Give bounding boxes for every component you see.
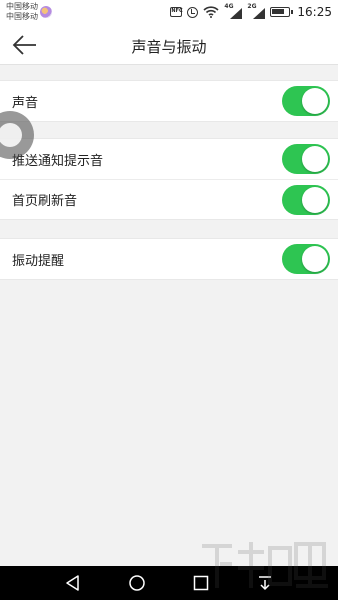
status-icons: NFC 4G 2G 16:25 (170, 3, 332, 20)
setting-row-sound: 声音 (0, 81, 338, 121)
toggle-knob (302, 186, 328, 213)
toggle-knob (302, 246, 328, 272)
app-bar: 声音与振动 (0, 25, 338, 65)
triangle-back-icon[interactable] (64, 574, 82, 592)
sound-toggle[interactable] (282, 86, 330, 116)
sim1-signal-icon: 4G (224, 3, 243, 19)
setting-label-vibration: 振动提醒 (12, 253, 65, 269)
vibration-toggle[interactable] (282, 244, 330, 274)
battery-icon (270, 7, 294, 17)
settings-section-vibration: 振动提醒 (0, 238, 338, 280)
setting-label-refresh-sound: 首页刷新音 (12, 194, 78, 209)
carrier-labels: 中国移动 中国移动 (6, 2, 38, 22)
circle-home-icon[interactable] (128, 574, 146, 592)
setting-row-vibration: 振动提醒 (0, 239, 338, 279)
refresh-sound-toggle[interactable] (282, 184, 330, 215)
wifi-icon (203, 6, 219, 18)
carrier-1-label: 中国移动 (6, 2, 38, 11)
setting-row-push-sound: 推送通知提示音 (0, 139, 338, 179)
setting-label-sound: 声音 (12, 95, 39, 111)
alarm-icon (187, 6, 199, 18)
status-bar: 中国移动 中国移动 NFC 4G 2G 16:25 (0, 0, 338, 25)
sim2-signal-icon: 2G (247, 3, 266, 19)
watermark-logo (202, 542, 328, 588)
settings-section-sound: 声音 (0, 80, 338, 122)
settings-section-notification: 推送通知提示音 首页刷新音 (0, 138, 338, 220)
page-title: 声音与振动 (131, 38, 207, 56)
nfc-icon: NFC (170, 7, 183, 17)
setting-row-refresh-sound: 首页刷新音 (0, 179, 338, 219)
push-sound-toggle[interactable] (282, 144, 330, 174)
toggle-knob (302, 88, 328, 114)
toggle-knob (302, 146, 328, 172)
clock: 16:25 (297, 5, 332, 19)
carrier-2-label: 中国移动 (6, 12, 38, 21)
carrier-app-icon (40, 6, 52, 18)
